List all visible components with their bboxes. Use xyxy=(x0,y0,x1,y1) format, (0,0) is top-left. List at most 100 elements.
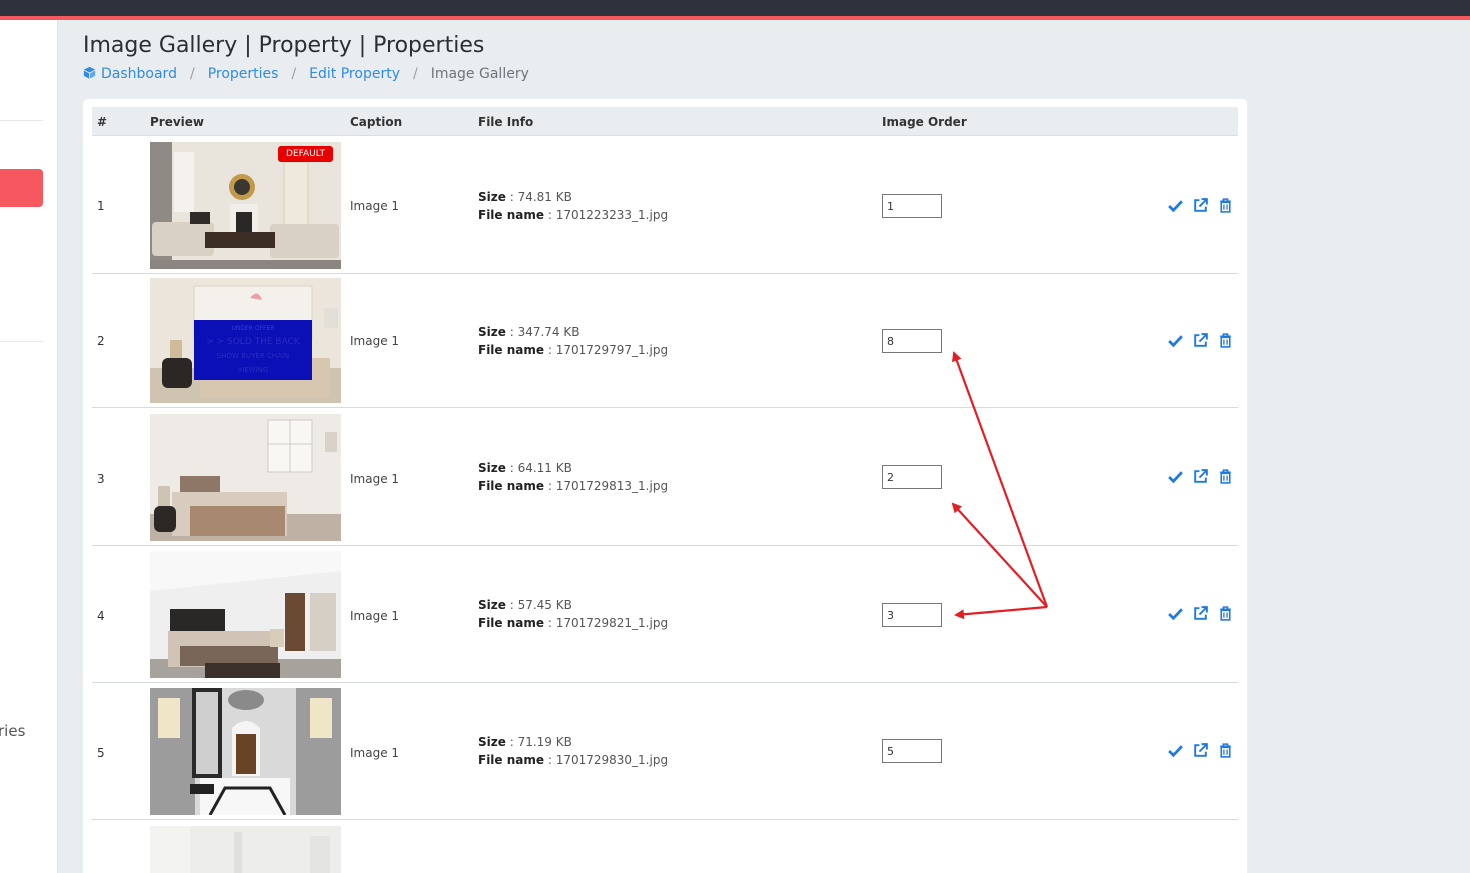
header-index: # xyxy=(97,115,108,129)
file-name-label: File name xyxy=(478,479,545,493)
preview-image-hallway[interactable] xyxy=(150,688,341,815)
image-order-input[interactable] xyxy=(882,739,942,763)
file-name-label: File name xyxy=(478,616,545,630)
file-info: Size : 57.45 KB File name : 1701729821_1… xyxy=(478,596,668,632)
row-caption: Image 1 xyxy=(350,199,400,213)
gallery-card: # Preview Caption File Info Image Order … xyxy=(83,99,1247,873)
table-row xyxy=(92,820,1238,873)
row-actions xyxy=(1167,605,1234,622)
row-index: 5 xyxy=(97,746,105,760)
sidebar: ries xyxy=(0,20,58,873)
preview-image-living-room[interactable]: DEFAULT xyxy=(150,142,341,269)
row-index: 3 xyxy=(97,472,105,486)
check-icon[interactable] xyxy=(1167,332,1184,349)
file-name-value: : 1701729821_1.jpg xyxy=(544,616,669,630)
size-value: : 74.81 KB xyxy=(505,190,572,204)
check-icon[interactable] xyxy=(1167,197,1184,214)
table-row: 1 DEFAULT Image 1 Size : 74.81 KB File n… xyxy=(92,136,1238,274)
size-label: Size xyxy=(478,461,506,475)
file-info: Size : 347.74 KB File name : 1701729797_… xyxy=(478,323,668,359)
row-caption: Image 1 xyxy=(350,609,400,623)
table-row: 3 Image 1 Size : 64.11 KB File name : 17… xyxy=(92,408,1238,546)
image-order-input[interactable] xyxy=(882,603,942,627)
row-index: 4 xyxy=(97,609,105,623)
external-link-icon[interactable] xyxy=(1192,468,1209,485)
header-image-order: Image Order xyxy=(882,115,967,129)
image-order-input[interactable] xyxy=(882,465,942,489)
file-name-label: File name xyxy=(478,753,545,767)
trash-icon[interactable] xyxy=(1217,197,1234,214)
row-caption: Image 1 xyxy=(350,334,400,348)
size-label: Size xyxy=(478,598,506,612)
size-label: Size xyxy=(478,735,506,749)
external-link-icon[interactable] xyxy=(1192,332,1209,349)
row-actions xyxy=(1167,332,1234,349)
trash-icon[interactable] xyxy=(1217,332,1234,349)
row-caption: Image 1 xyxy=(350,746,400,760)
table-row: 5 Image 1 Size : 71.19 KB File name : 17… xyxy=(92,683,1238,820)
page-title: Image Gallery | Property | Properties xyxy=(83,33,485,58)
table-row: 4 Image 1 Size : 57.45 KB File name : 17… xyxy=(92,546,1238,683)
size-value: : 347.74 KB xyxy=(505,325,580,339)
preview-image-bedroom[interactable] xyxy=(150,551,341,678)
image-order-input[interactable] xyxy=(882,329,942,353)
sidebar-item-label[interactable]: ries xyxy=(0,722,25,740)
breadcrumb-separator: / xyxy=(189,65,195,82)
header-caption: Caption xyxy=(350,115,403,129)
external-link-icon[interactable] xyxy=(1192,197,1209,214)
row-caption: Image 1 xyxy=(350,472,400,486)
file-name-label: File name xyxy=(478,343,545,357)
file-info: Size : 74.81 KB File name : 1701223233_1… xyxy=(478,188,668,224)
sidebar-divider xyxy=(0,341,43,342)
image-order-input[interactable] xyxy=(882,194,942,218)
header-file-info: File Info xyxy=(478,115,534,129)
file-name-label: File name xyxy=(478,208,545,222)
file-name-value: : 1701729830_1.jpg xyxy=(544,753,669,767)
trash-icon[interactable] xyxy=(1217,605,1234,622)
size-value: : 57.45 KB xyxy=(505,598,572,612)
size-value: : 64.11 KB xyxy=(505,461,572,475)
size-label: Size xyxy=(478,325,506,339)
external-link-icon[interactable] xyxy=(1192,605,1209,622)
row-actions xyxy=(1167,197,1234,214)
trash-icon[interactable] xyxy=(1217,468,1234,485)
svg-text:UNDER OFFER: UNDER OFFER xyxy=(232,325,275,332)
check-icon[interactable] xyxy=(1167,742,1184,759)
file-name-value: : 1701729797_1.jpg xyxy=(544,343,669,357)
svg-text:SHOW BUYER CHAIN: SHOW BUYER CHAIN xyxy=(217,352,289,360)
check-icon[interactable] xyxy=(1167,468,1184,485)
file-name-value: : 1701223233_1.jpg xyxy=(544,208,669,222)
row-index: 1 xyxy=(97,199,105,213)
row-index: 2 xyxy=(97,334,105,348)
table-header: # Preview Caption File Info Image Order xyxy=(92,107,1238,136)
external-link-icon[interactable] xyxy=(1192,742,1209,759)
svg-text:VIEWING: VIEWING xyxy=(238,366,269,374)
breadcrumb-properties[interactable]: Properties xyxy=(208,66,279,82)
file-info: Size : 64.11 KB File name : 1701729813_1… xyxy=(478,459,668,495)
breadcrumb-dashboard[interactable]: Dashboard xyxy=(101,66,177,82)
file-info: Size : 71.19 KB File name : 1701729830_1… xyxy=(478,733,668,769)
row-actions xyxy=(1167,742,1234,759)
breadcrumb-separator: / xyxy=(291,65,297,82)
top-navbar-accent xyxy=(0,16,1470,20)
breadcrumb-image-gallery: Image Gallery xyxy=(430,65,529,82)
preview-image-room[interactable] xyxy=(150,826,341,873)
preview-image-bedroom[interactable] xyxy=(150,414,341,541)
size-label: Size xyxy=(478,190,506,204)
size-value: : 71.19 KB xyxy=(505,735,572,749)
cube-icon xyxy=(83,66,96,83)
trash-icon[interactable] xyxy=(1217,742,1234,759)
default-badge: DEFAULT xyxy=(278,146,333,162)
preview-image-bedroom[interactable]: UNDER OFFER > > SOLD THE BACK SHOW BUYER… xyxy=(150,278,341,405)
svg-text:> > SOLD THE BACK: > > SOLD THE BACK xyxy=(206,337,301,347)
breadcrumb-separator: / xyxy=(412,65,418,82)
check-icon[interactable] xyxy=(1167,605,1184,622)
sidebar-divider xyxy=(0,120,43,121)
breadcrumb-edit-property[interactable]: Edit Property xyxy=(309,66,400,82)
top-navbar xyxy=(0,0,1470,16)
sidebar-item-active[interactable] xyxy=(0,169,43,207)
header-preview: Preview xyxy=(150,115,205,129)
breadcrumb: Dashboard / Properties / Edit Property /… xyxy=(83,64,529,83)
file-name-value: : 1701729813_1.jpg xyxy=(544,479,669,493)
row-actions xyxy=(1167,468,1234,485)
